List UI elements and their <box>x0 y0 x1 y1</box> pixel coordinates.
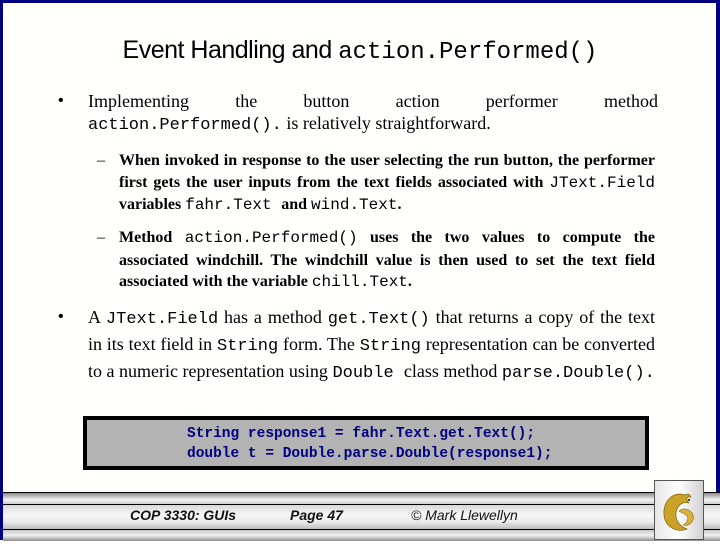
bullet-1-line1: Implementing the button action performer… <box>88 90 658 112</box>
footer-bar <box>0 492 720 541</box>
dash-marker: – <box>97 152 105 169</box>
word: action <box>395 91 440 111</box>
word: the <box>235 91 258 111</box>
subbullet-text: Method action.Performed() uses the two v… <box>119 227 655 294</box>
inline-code: get.Text() <box>327 310 430 329</box>
inline-code: JText.Field <box>549 173 655 192</box>
text-run: . <box>397 196 402 213</box>
inline-code: wind.Text <box>311 196 398 214</box>
word: performer <box>485 91 558 111</box>
inline-code: action.Performed(). <box>88 116 282 135</box>
text-run: . <box>407 273 412 290</box>
footer-stripe <box>3 492 720 504</box>
inline-code: Double <box>332 364 404 383</box>
title-text: Event Handling and <box>122 36 339 64</box>
bullet-1-line2: action.Performed(). is relatively straig… <box>88 112 658 137</box>
bullet-1: • Implementing the button action perform… <box>58 90 658 137</box>
inline-code: String <box>216 337 279 356</box>
subbullet-2: – Method action.Performed() uses the two… <box>97 227 655 294</box>
subbullet-text: When invoked in response to the user sel… <box>119 150 655 217</box>
text-run: A <box>88 307 106 327</box>
text-run: Method <box>119 229 185 246</box>
footer-course: COP 3330: GUIs <box>130 507 237 523</box>
code-block: String response1 = fahr.Text.get.Text();… <box>83 416 649 470</box>
code-line: String response1 = fahr.Text.get.Text(); <box>187 426 536 442</box>
code-line: double t = Double.parse.Double(response1… <box>187 446 553 462</box>
text-run: class method <box>403 361 502 381</box>
footer-page-number: Page 47 <box>290 507 343 523</box>
bullet-text: A JText.Field has a method get.Text() th… <box>88 305 655 386</box>
inline-code: parse.Double(). <box>501 364 655 383</box>
slide-title: Event Handling and action.Performed() <box>0 36 720 66</box>
ucf-pegasus-logo-icon <box>654 480 704 540</box>
inline-code: String <box>359 337 421 356</box>
word: button <box>303 91 350 111</box>
bullet-2: • A JText.Field has a method get.Text() … <box>58 305 655 386</box>
inline-code: fahr.Text <box>185 196 282 214</box>
slide: Event Handling and action.Performed() • … <box>0 0 720 541</box>
dash-marker: – <box>97 229 105 246</box>
text-run: variables <box>119 196 186 213</box>
text-run: form. The <box>278 334 360 354</box>
subbullet-1: – When invoked in response to the user s… <box>97 150 655 217</box>
word: Implementing <box>88 91 189 111</box>
footer-copyright: © Mark Llewellyn <box>411 507 518 523</box>
word: method <box>603 91 658 111</box>
title-code: action.Performed() <box>338 39 598 66</box>
footer-stripe <box>3 529 720 541</box>
text-run: has a method <box>218 307 328 327</box>
inline-code: JText.Field <box>105 310 219 329</box>
inline-code: chill.Text <box>311 273 408 291</box>
bullet-marker: • <box>58 308 64 325</box>
footer-stripe <box>3 504 720 529</box>
bullet-marker: • <box>58 92 64 109</box>
inline-code: action.Performed() <box>184 229 358 247</box>
text-run: and <box>281 196 312 213</box>
bullet-text: is relatively straightforward. <box>281 113 491 133</box>
